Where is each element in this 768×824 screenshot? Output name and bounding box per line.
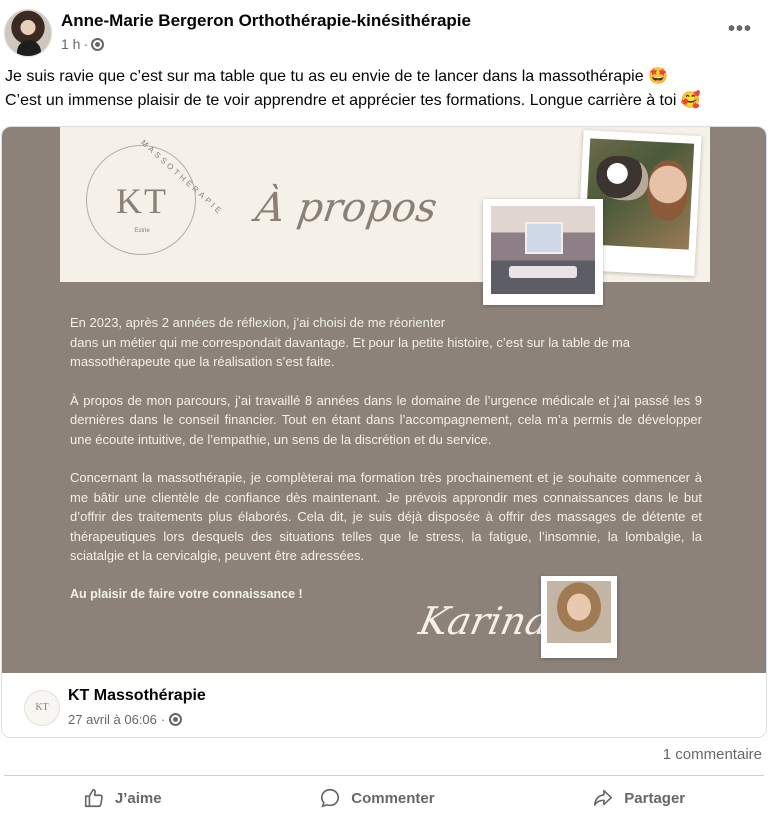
- author-avatar[interactable]: [4, 9, 52, 57]
- thumbs-up-icon: [84, 788, 103, 808]
- shared-image[interactable]: MASSOTHÉRAPIE KT Estrie À propos En 2023…: [2, 127, 766, 673]
- signature: Karina: [415, 599, 554, 643]
- poster-heading: À propos: [252, 185, 440, 231]
- more-options-icon[interactable]: •••: [728, 18, 752, 41]
- post-header: Anne-Marie Bergeron Orthothérapie-kinési…: [0, 0, 768, 62]
- shared-post-card[interactable]: MASSOTHÉRAPIE KT Estrie À propos En 2023…: [1, 126, 767, 738]
- post-time[interactable]: 1 h: [61, 36, 80, 52]
- comment-button[interactable]: Commenter: [299, 780, 454, 816]
- divider: [4, 775, 764, 776]
- massage-room-photo: [483, 199, 603, 305]
- comments-count[interactable]: 1 commentaire: [663, 746, 762, 763]
- like-label: J’aime: [114, 789, 162, 807]
- like-button[interactable]: J’aime: [63, 780, 182, 816]
- post-text-line: Je suis ravie que c’est sur ma table que…: [5, 68, 668, 85]
- comment-icon: [321, 788, 340, 808]
- meta-separator: ·: [160, 712, 166, 727]
- post-text-line: C’est un immense plaisir de te voir appr…: [5, 92, 701, 109]
- poster-paragraph: Concernant la massothérapie, je complète…: [70, 470, 702, 563]
- page-name[interactable]: KT Massothérapie: [68, 687, 206, 705]
- share-label: Partager: [624, 789, 686, 807]
- author-name[interactable]: Anne-Marie Bergeron Orthothérapie-kinési…: [61, 11, 471, 31]
- globe-icon[interactable]: [91, 37, 105, 51]
- page-avatar[interactable]: KT: [24, 690, 60, 726]
- poster-paragraph: En 2023, après 2 années de réflexion, j’…: [70, 315, 631, 369]
- poster-paragraph: À propos de mon parcours, j’ai travaillé…: [70, 392, 702, 447]
- logo-kt-text: KT: [116, 181, 168, 221]
- shared-post-footer: KT KT Massothérapie 27 avril à 06:06 ·: [2, 673, 766, 737]
- share-button[interactable]: Partager: [572, 780, 705, 816]
- page-avatar-text: KT: [35, 702, 49, 713]
- post-body: Je suis ravie que c’est sur ma table que…: [5, 65, 765, 113]
- post-meta: 1 h ·: [61, 36, 105, 52]
- page-date[interactable]: 27 avril à 06:06: [68, 712, 157, 727]
- comment-label: Commenter: [351, 789, 435, 807]
- portrait-photo: [541, 576, 617, 658]
- page-meta: 27 avril à 06:06 ·: [68, 712, 183, 727]
- share-icon: [594, 789, 613, 806]
- meta-separator: ·: [83, 36, 89, 52]
- kt-logo: MASSOTHÉRAPIE KT Estrie: [86, 138, 225, 255]
- globe-icon[interactable]: [169, 713, 183, 726]
- action-bar: J’aime Commenter Partager: [4, 780, 764, 816]
- logo-estrie-text: Estrie: [134, 228, 150, 234]
